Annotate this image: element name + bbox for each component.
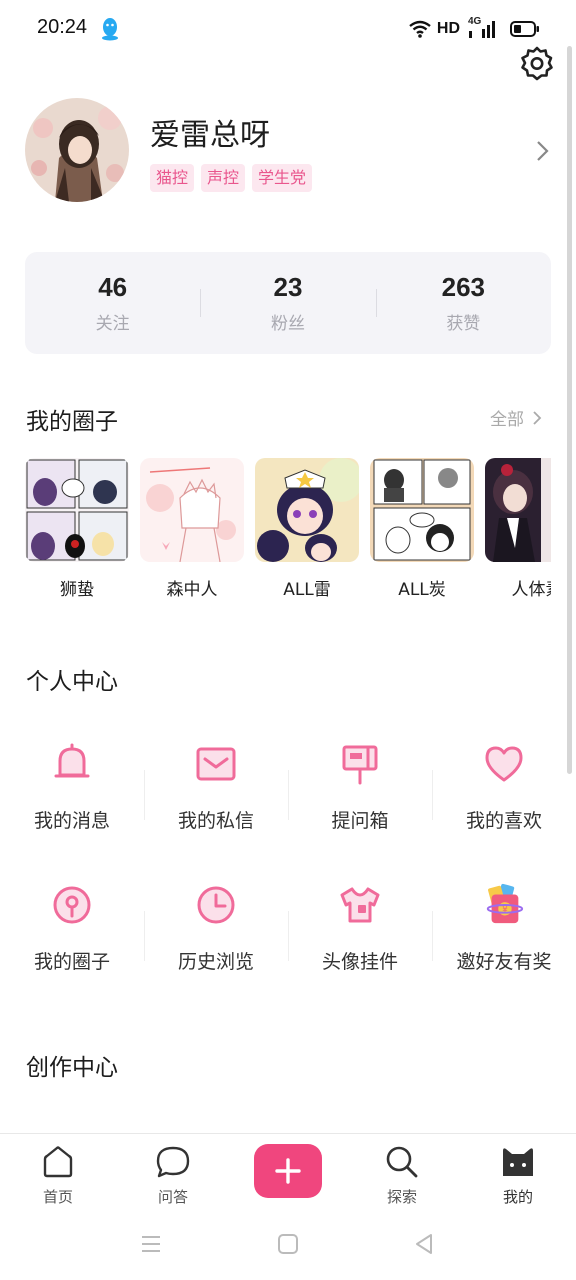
menu-icon[interactable] xyxy=(140,1233,162,1255)
circle-item[interactable]: ALL雷 xyxy=(255,458,359,598)
circle-name: 人体素 xyxy=(511,580,552,598)
stat-following[interactable]: 46 关注 xyxy=(25,252,200,354)
stat-value: 263 xyxy=(441,272,486,302)
grid-label: 我的私信 xyxy=(177,810,254,832)
status-time: 20:24 xyxy=(37,16,88,38)
bottom-nav: 首页 问答 探索 我的 xyxy=(0,1133,576,1213)
avatar[interactable] xyxy=(25,98,129,202)
circles-section-title: 我的圈子 xyxy=(26,409,118,435)
profile-tag[interactable]: 猫控 xyxy=(150,164,195,192)
circle-name: 狮蛰 xyxy=(60,580,94,598)
bell-icon xyxy=(50,742,94,786)
personal-center-row-2: 我的圈子 历史浏览 头像挂件 ¥ 邀好友有奖 xyxy=(0,883,576,1003)
profile-tags: 猫控 声控 学生党 xyxy=(150,164,313,192)
nav-qa[interactable]: 问答 xyxy=(133,1144,213,1207)
circle-item[interactable]: 狮蛰 xyxy=(25,458,129,598)
signal-indicator: 4G xyxy=(468,16,498,39)
system-nav-bar xyxy=(0,1213,576,1280)
grid-label: 我的圈子 xyxy=(33,951,110,973)
grid-label: 我的消息 xyxy=(33,810,110,832)
profile-tag[interactable]: 声控 xyxy=(201,164,246,192)
heart-icon xyxy=(482,742,526,786)
publish-button[interactable] xyxy=(254,1144,322,1198)
my-circles-button[interactable]: 我的圈子 xyxy=(0,883,144,1003)
circle-name: ALL炭 xyxy=(398,580,446,598)
grid-label: 我的喜欢 xyxy=(465,810,542,832)
circle-item[interactable]: 人体素 xyxy=(485,458,551,598)
circle-thumbnail xyxy=(485,458,551,562)
username: 爱雷总呀 xyxy=(150,118,270,153)
circles-all-label: 全部 xyxy=(490,410,524,430)
chevron-right-icon[interactable] xyxy=(530,138,554,164)
history-button[interactable]: 历史浏览 xyxy=(144,883,288,1003)
circle-name: 森中人 xyxy=(166,580,218,598)
creation-center-title: 创作中心 xyxy=(26,1055,118,1081)
circle-item[interactable]: 森中人 xyxy=(140,458,244,598)
circle-thumbnail xyxy=(370,458,474,562)
circle-name: ALL雷 xyxy=(283,580,331,598)
red-envelope-icon: ¥ xyxy=(482,883,526,927)
status-bar: 20:24 HD 4G xyxy=(0,0,576,58)
home-icon xyxy=(40,1144,76,1180)
stats-card: 46 关注 23 粉丝 263 获赞 xyxy=(25,252,551,354)
circle-item[interactable]: ALL炭 xyxy=(370,458,474,598)
profile-tag[interactable]: 学生党 xyxy=(252,164,313,192)
clock-icon xyxy=(194,883,238,927)
back-triangle-icon[interactable] xyxy=(413,1233,435,1255)
my-messages-button[interactable]: 我的消息 xyxy=(0,742,144,862)
svg-text:¥: ¥ xyxy=(502,906,508,916)
qq-notification-icon xyxy=(102,18,118,41)
gear-icon xyxy=(521,46,553,81)
my-private-messages-button[interactable]: 我的私信 xyxy=(144,742,288,862)
nav-home[interactable]: 首页 xyxy=(18,1144,98,1207)
circles-all-link[interactable]: 全部 xyxy=(490,405,542,430)
signal-icon xyxy=(469,21,495,38)
network-type: HD xyxy=(436,20,460,37)
circle-thumbnail xyxy=(25,458,129,562)
nav-label: 首页 xyxy=(42,1188,73,1206)
settings-button[interactable] xyxy=(518,45,556,83)
scrollbar[interactable] xyxy=(567,46,572,774)
stat-label: 粉丝 xyxy=(270,314,305,334)
stat-value: 23 xyxy=(273,272,303,302)
stat-label: 关注 xyxy=(95,314,130,334)
grid-label: 提问箱 xyxy=(331,810,389,832)
avatar-pendant-button[interactable]: 头像挂件 xyxy=(288,883,432,1003)
mailbox-icon xyxy=(338,742,382,786)
stat-followers[interactable]: 23 粉丝 xyxy=(200,252,375,354)
nav-explore[interactable]: 探索 xyxy=(362,1144,442,1207)
grid-label: 邀好友有奖 xyxy=(456,951,552,973)
chat-bubble-icon xyxy=(155,1144,191,1180)
chevron-right-icon xyxy=(533,410,542,425)
mail-icon xyxy=(194,742,238,786)
stat-value: 46 xyxy=(98,272,128,302)
my-likes-button[interactable]: 我的喜欢 xyxy=(432,742,576,862)
personal-center-row-1: 我的消息 我的私信 提问箱 我的喜欢 xyxy=(0,742,576,862)
personal-center-title: 个人中心 xyxy=(26,669,118,695)
plus-icon xyxy=(275,1158,301,1184)
circle-thumbnail xyxy=(255,458,359,562)
nav-label: 探索 xyxy=(386,1188,417,1206)
grid-label: 头像挂件 xyxy=(321,951,398,973)
stat-label: 获赞 xyxy=(446,314,481,334)
question-box-button[interactable]: 提问箱 xyxy=(288,742,432,862)
home-square-icon[interactable] xyxy=(277,1233,299,1255)
grid-label: 历史浏览 xyxy=(177,951,254,973)
stat-likes[interactable]: 263 获赞 xyxy=(375,252,551,354)
cat-icon xyxy=(500,1144,536,1180)
circle-pin-icon xyxy=(50,883,94,927)
search-icon xyxy=(384,1144,420,1180)
status-indicators: HD 4G xyxy=(409,16,540,40)
tshirt-icon xyxy=(338,883,382,927)
wifi-icon xyxy=(409,20,431,38)
battery-icon xyxy=(510,21,539,37)
circles-list[interactable]: 狮蛰 森中人 ALL雷 ALL炭 人体 xyxy=(25,458,551,598)
invite-friends-button[interactable]: ¥ 邀好友有奖 xyxy=(432,883,576,1003)
circle-thumbnail xyxy=(140,458,244,562)
nav-label: 我的 xyxy=(502,1188,533,1206)
nav-mine[interactable]: 我的 xyxy=(478,1144,558,1207)
nav-label: 问答 xyxy=(157,1188,188,1206)
